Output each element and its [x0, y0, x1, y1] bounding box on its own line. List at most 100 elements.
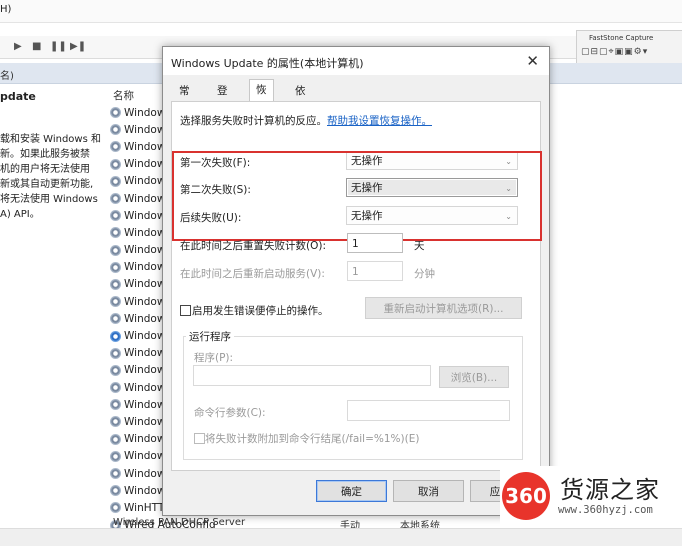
- intro-text: 选择服务失败时计算机的反应。帮助我设置恢复操作。: [180, 113, 432, 128]
- tab-recovery[interactable]: 恢复: [249, 79, 274, 117]
- service-row[interactable]: Window: [110, 362, 170, 379]
- services-list: Window Window Window Window Window Window Wind…: [110, 104, 216, 534]
- menu-fragment[interactable]: H): [0, 4, 11, 15]
- service-gear-icon: [110, 450, 121, 462]
- service-gear-icon: [110, 485, 121, 497]
- service-row[interactable]: Window: [110, 190, 170, 207]
- restart-computer-options-button[interactable]: 重新启动计算机选项(R)...: [365, 297, 522, 319]
- service-name: Window: [124, 484, 166, 497]
- service-gear-icon: [110, 347, 121, 359]
- service-row[interactable]: Window: [110, 431, 170, 448]
- restart-minutes-input[interactable]: 1: [347, 261, 403, 281]
- restart-service-icon[interactable]: ▶❚: [70, 41, 86, 53]
- service-row[interactable]: Window: [110, 379, 170, 396]
- service-row[interactable]: Window: [110, 310, 170, 327]
- reset-unit-label: 天: [414, 240, 425, 252]
- pane-header-label: 名): [0, 71, 14, 82]
- service-row[interactable]: WinHTT: [110, 499, 170, 516]
- service-name: Window: [124, 278, 166, 291]
- service-name: Window: [124, 226, 166, 239]
- stop-service-icon[interactable]: ■: [32, 41, 41, 53]
- service-row[interactable]: Window: [110, 276, 170, 293]
- service-row[interactable]: Window: [110, 345, 170, 362]
- column-header-name[interactable]: 名称: [113, 88, 134, 103]
- service-name: Window: [124, 415, 166, 428]
- faststone-capture-toolbar[interactable]: FastStone Capture ▢⊟▢⌖▣▣⚙▾: [576, 30, 682, 66]
- service-gear-icon: [110, 210, 121, 222]
- service-row[interactable]: Window: [110, 327, 170, 344]
- service-row[interactable]: Window: [110, 173, 170, 190]
- service-gear-icon: [110, 313, 121, 325]
- service-row[interactable]: Window: [110, 482, 170, 499]
- dialog-title: Windows Update 的属性(本地计算机): [171, 57, 364, 70]
- logo-text: 360: [505, 484, 547, 508]
- browse-button[interactable]: 浏览(B)...: [439, 366, 509, 388]
- capture-tool-icons[interactable]: ▢⊟▢⌖▣▣⚙▾: [581, 47, 648, 57]
- service-name: WinHTT: [124, 501, 165, 514]
- service-name: Window: [124, 312, 166, 325]
- service-gear-icon: [110, 416, 121, 428]
- help-link[interactable]: 帮助我设置恢复操作。: [327, 115, 432, 127]
- service-gear-icon: [110, 330, 121, 342]
- service-row[interactable]: Window: [110, 224, 170, 241]
- intro-label: 选择服务失败时计算机的反应。: [180, 115, 327, 127]
- close-icon[interactable]: ✕: [526, 52, 539, 70]
- services-window-titlebar: H): [0, 0, 682, 23]
- service-name: Window: [124, 450, 166, 463]
- service-row[interactable]: Window: [110, 448, 170, 465]
- service-row[interactable]: Window: [110, 259, 170, 276]
- service-gear-icon: [110, 227, 121, 239]
- service-row[interactable]: Window: [110, 121, 170, 138]
- service-row[interactable]: Window: [110, 242, 170, 259]
- service-name: Window: [124, 467, 166, 480]
- tab-general[interactable]: 常规: [173, 82, 196, 115]
- service-row[interactable]: Window: [110, 293, 170, 310]
- logo-360: 360: [502, 472, 550, 520]
- service-gear-icon: [110, 364, 121, 376]
- start-service-icon[interactable]: ▶: [14, 41, 22, 53]
- tab-logon[interactable]: 登录: [211, 82, 234, 115]
- pause-service-icon[interactable]: ❚❚: [50, 41, 67, 53]
- append-fail-count-label: 将失败计数附加到命令行结尾(/fail=%1%)(E): [205, 433, 420, 445]
- service-name: Window: [124, 295, 166, 308]
- service-gear-icon: [110, 244, 121, 256]
- enable-actions-label: 启用发生错误便停止的操作。: [192, 305, 329, 317]
- service-gear-icon: [110, 124, 121, 136]
- enable-actions-checkbox[interactable]: [180, 305, 191, 316]
- program-path-input[interactable]: [193, 365, 431, 386]
- service-gear-icon: [110, 502, 121, 514]
- service-name: Window: [124, 261, 166, 274]
- append-fail-count-checkbox[interactable]: [194, 433, 205, 444]
- cancel-button[interactable]: 取消: [393, 480, 464, 502]
- bottom-service-name[interactable]: Wireless PAN DHCP Server: [113, 517, 245, 528]
- service-gear-icon: [110, 107, 121, 119]
- service-name: Window: [124, 398, 166, 411]
- service-name: Window: [124, 192, 166, 205]
- watermark-site-name: 货源之家: [560, 476, 660, 504]
- service-name: Window: [124, 244, 166, 257]
- ok-button[interactable]: 确定: [316, 480, 387, 502]
- service-row[interactable]: Window: [110, 138, 170, 155]
- service-name: Window: [124, 123, 166, 136]
- service-name: Window: [124, 106, 166, 119]
- service-row[interactable]: Window: [110, 207, 170, 224]
- service-gear-icon: [110, 141, 121, 153]
- service-gear-icon: [110, 261, 121, 273]
- service-gear-icon: [110, 278, 121, 290]
- reset-days-input[interactable]: 1: [347, 233, 403, 253]
- service-gear-icon: [110, 158, 121, 170]
- service-row[interactable]: Window: [110, 413, 170, 430]
- service-name: Window: [124, 158, 166, 171]
- service-description-pane: pdate 载和安装 Windows 和 新。如果此服务被禁 机的用户将无法使用…: [0, 84, 104, 514]
- service-row[interactable]: Window: [110, 104, 170, 121]
- service-row[interactable]: Window: [110, 465, 170, 482]
- highlight-box: [172, 151, 542, 241]
- service-row[interactable]: Window: [110, 396, 170, 413]
- service-name: Window: [124, 140, 166, 153]
- service-description: 载和安装 Windows 和 新。如果此服务被禁 机的用户将无法使用 新或其自动…: [0, 134, 101, 220]
- dialog-titlebar: Windows Update 的属性(本地计算机) ✕: [163, 47, 549, 75]
- tab-dependencies[interactable]: 依存关系: [289, 82, 312, 151]
- service-gear-icon: [110, 382, 121, 394]
- params-input[interactable]: [347, 400, 510, 421]
- service-row[interactable]: Window: [110, 156, 170, 173]
